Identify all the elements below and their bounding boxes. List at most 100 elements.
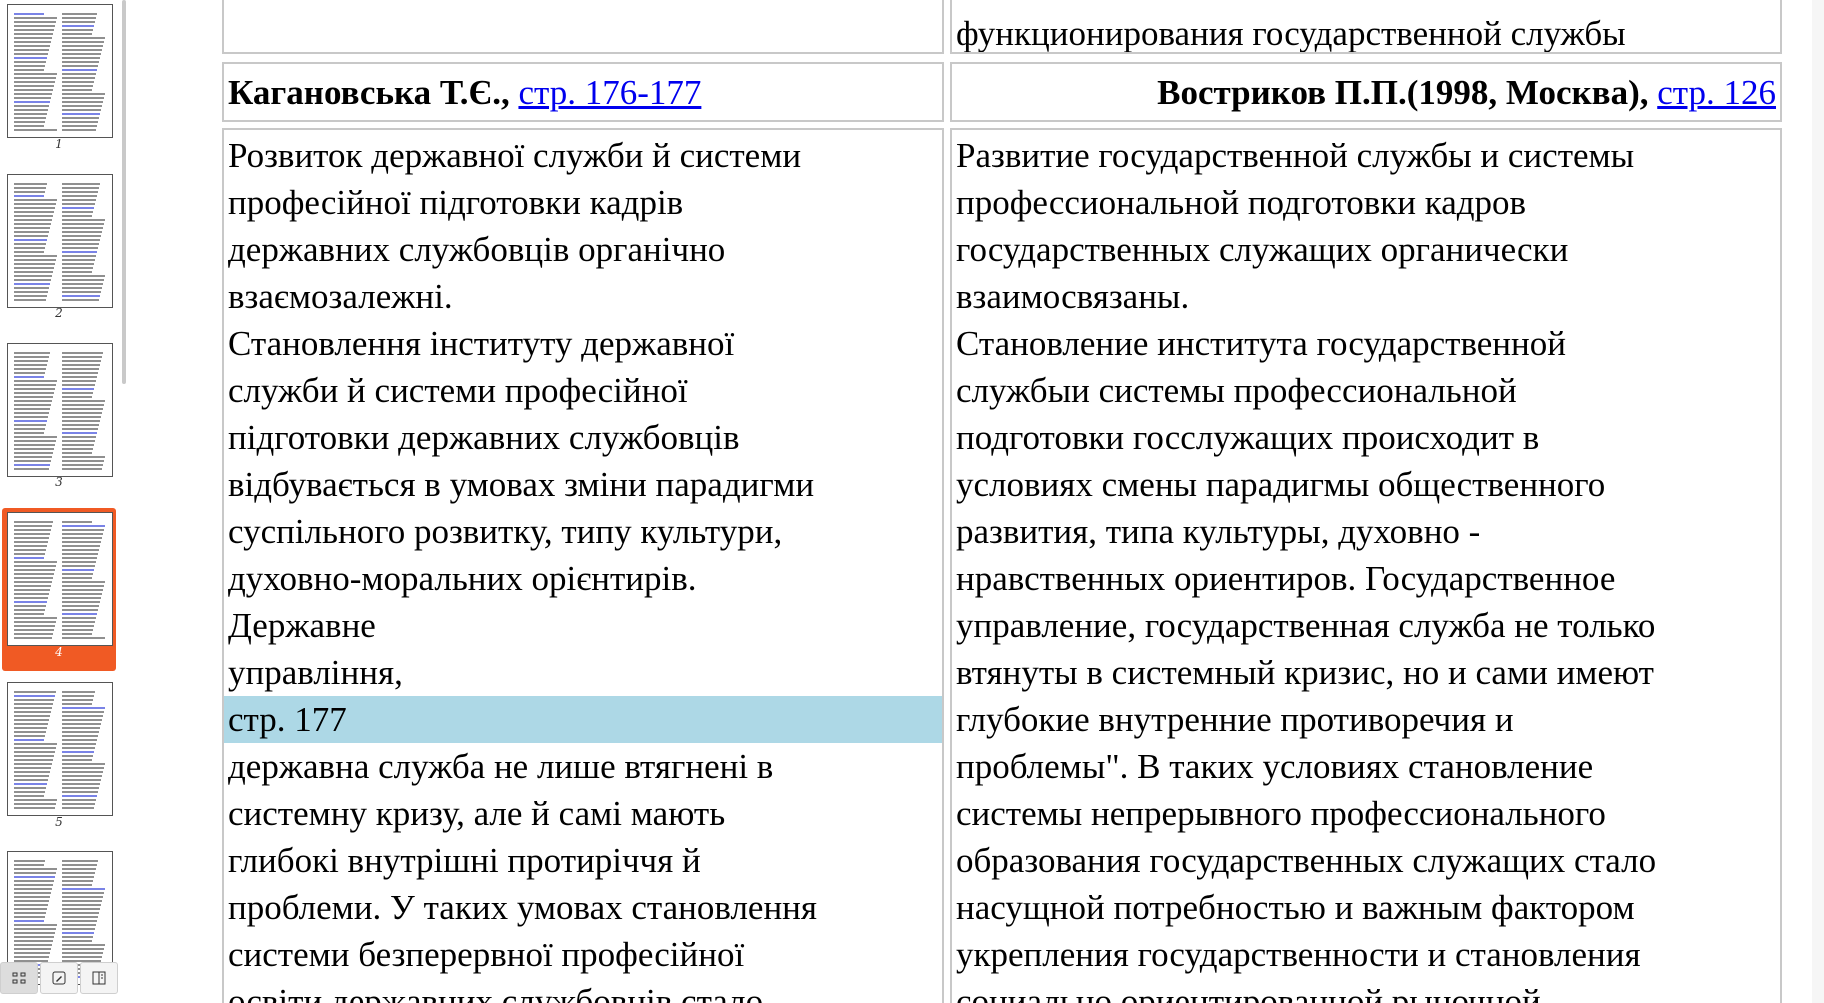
- thumbnail-text-line: [14, 356, 49, 358]
- thumbnail-text-line: [14, 585, 51, 587]
- left-column-text: Розвиток державної служби й системи профе…: [224, 130, 942, 1003]
- thumbnail-page-3[interactable]: [7, 343, 113, 477]
- thumbnail-text-line: [14, 29, 54, 31]
- thumbnail-text-line: [62, 408, 103, 410]
- thumbnail-text-line: [14, 21, 56, 23]
- thumbnail-text-line: [62, 109, 101, 111]
- thumbnail-text-line: [14, 589, 50, 591]
- thumbnail-text-line: [62, 283, 103, 285]
- thumbnail-text-line: [14, 529, 51, 531]
- thumbnail-text-line: [14, 364, 47, 366]
- thumbnail-text-line: [14, 468, 49, 470]
- outline-view-button[interactable]: [80, 962, 118, 994]
- left-page-reference-link[interactable]: стр. 176-177: [518, 73, 701, 112]
- thumbnail-text-line: [14, 396, 53, 398]
- thumbnail-text-line: [62, 187, 99, 189]
- thumbnail-text-line: [62, 912, 99, 914]
- thumbnail-text-line: [62, 589, 103, 591]
- thumbnail-text-line: [62, 533, 103, 535]
- thumbnail-text-line: [62, 916, 98, 918]
- thumbnail-text-line: [14, 219, 52, 221]
- thumbnail-text-line: [62, 275, 105, 277]
- text-line: Розвиток державної служби й системи: [228, 136, 802, 175]
- thumbnail-page-1[interactable]: [7, 4, 113, 138]
- thumbnail-text-line: [62, 263, 94, 265]
- sidebar-scrollbar[interactable]: [122, 0, 126, 384]
- thumbnail-text-line: [14, 629, 54, 631]
- thumbnail-text-line: [14, 388, 55, 390]
- thumbnail-text-line: [14, 372, 45, 374]
- thumbnail-text-line: [14, 25, 55, 27]
- thumbnail-text-line: [62, 77, 95, 79]
- thumbnail-text-line: [14, 37, 52, 39]
- thumbnail-text-line: [14, 577, 53, 579]
- table-header-right: Востриков П.П.(1998, Москва), стр. 126: [950, 62, 1782, 122]
- thumbnail-page-2[interactable]: [7, 174, 113, 308]
- thumbnail-text-line: [14, 573, 54, 575]
- thumbnail-text-line: [14, 565, 56, 567]
- thumbnail-text-line: [14, 791, 45, 793]
- thumbnail-text-line: [62, 904, 101, 906]
- thumbnail-text-line: [62, 69, 97, 71]
- thumbnail-text-line: [14, 605, 46, 607]
- thumbnail-text-line: [14, 783, 47, 785]
- thumbnail-text-line: [62, 121, 98, 123]
- thumbnail-text-line: [62, 928, 95, 930]
- thumbnail-text-line: [14, 719, 49, 721]
- thumbnail-text-line: [62, 215, 92, 217]
- text-line: втянуты в системный кризис, но и сами им…: [956, 653, 1654, 692]
- thumbnail-text-line: [62, 440, 95, 442]
- thumbnail-text-line: [62, 864, 97, 866]
- thumbnail-text-line: [62, 932, 94, 934]
- thumbnail-text-line: [62, 468, 102, 470]
- thumbnail-text-line: [62, 299, 99, 301]
- thumbnail-text-line: [14, 711, 51, 713]
- thumbnail-text-line: [62, 952, 103, 954]
- text-line: професійної підготовки кадрів: [228, 183, 684, 222]
- right-page-reference-link[interactable]: стр. 126: [1657, 73, 1776, 112]
- thumbnail-text-line: [14, 775, 49, 777]
- thumbnail-text-line: [62, 703, 92, 705]
- thumbnail-text-line: [14, 460, 51, 462]
- thumbnail-text-line: [62, 577, 92, 579]
- thumbnail-text-line: [14, 105, 49, 107]
- thumbnail-text-line: [14, 251, 44, 253]
- thumbnail-text-line: [14, 561, 57, 563]
- thumbnail-text-line: [62, 376, 97, 378]
- thumbnail-text-line: [62, 259, 95, 261]
- thumbnail-page-5[interactable]: [7, 682, 113, 816]
- thumbnail-text-line: [62, 605, 99, 607]
- thumbnail-text-line: [14, 557, 44, 559]
- thumbnail-text-line: [14, 113, 47, 115]
- thumbnail-text-line: [62, 876, 94, 878]
- thumbnail-text-line: [14, 553, 45, 555]
- thumbnail-text-line: [14, 352, 50, 354]
- thumbnail-text-line: [14, 17, 57, 19]
- thumbnails-view-button[interactable]: [0, 962, 38, 994]
- thumbnail-text-line: [62, 93, 105, 95]
- thumbnail-text-line: [62, 691, 95, 693]
- thumbnail-text-line: [14, 940, 53, 942]
- text-line: Державне: [228, 606, 376, 645]
- thumbnail-page-4[interactable]: [7, 512, 113, 646]
- thumbnail-text-line: [14, 707, 52, 709]
- thumbnail-text-line: [62, 727, 100, 729]
- thumbnail-text-line: [14, 295, 47, 297]
- thumbnail-text-line: [62, 291, 101, 293]
- thumbnail-text-line: [14, 283, 50, 285]
- thumbnail-text-line: [14, 747, 56, 749]
- document-area[interactable]: функционирования государственной службы …: [128, 0, 1824, 1003]
- thumbnail-text-line: [14, 609, 45, 611]
- document-scrollbar[interactable]: [1812, 0, 1824, 1003]
- text-line: системи безперервної професійної: [228, 935, 745, 974]
- thumbnail-text-line: [62, 940, 92, 942]
- text-line: системы непрерывного профессионального: [956, 794, 1606, 833]
- thumbnail-text-line: [14, 380, 57, 382]
- thumbnail-text-line: [14, 456, 52, 458]
- thumbnail-text-line: [14, 440, 56, 442]
- thumbnail-text-line: [14, 243, 46, 245]
- thumbnail-text-line: [14, 85, 54, 87]
- annotations-view-button[interactable]: [40, 962, 78, 994]
- thumbnail-text-line: [62, 525, 105, 527]
- thumbnail-text-line: [62, 621, 95, 623]
